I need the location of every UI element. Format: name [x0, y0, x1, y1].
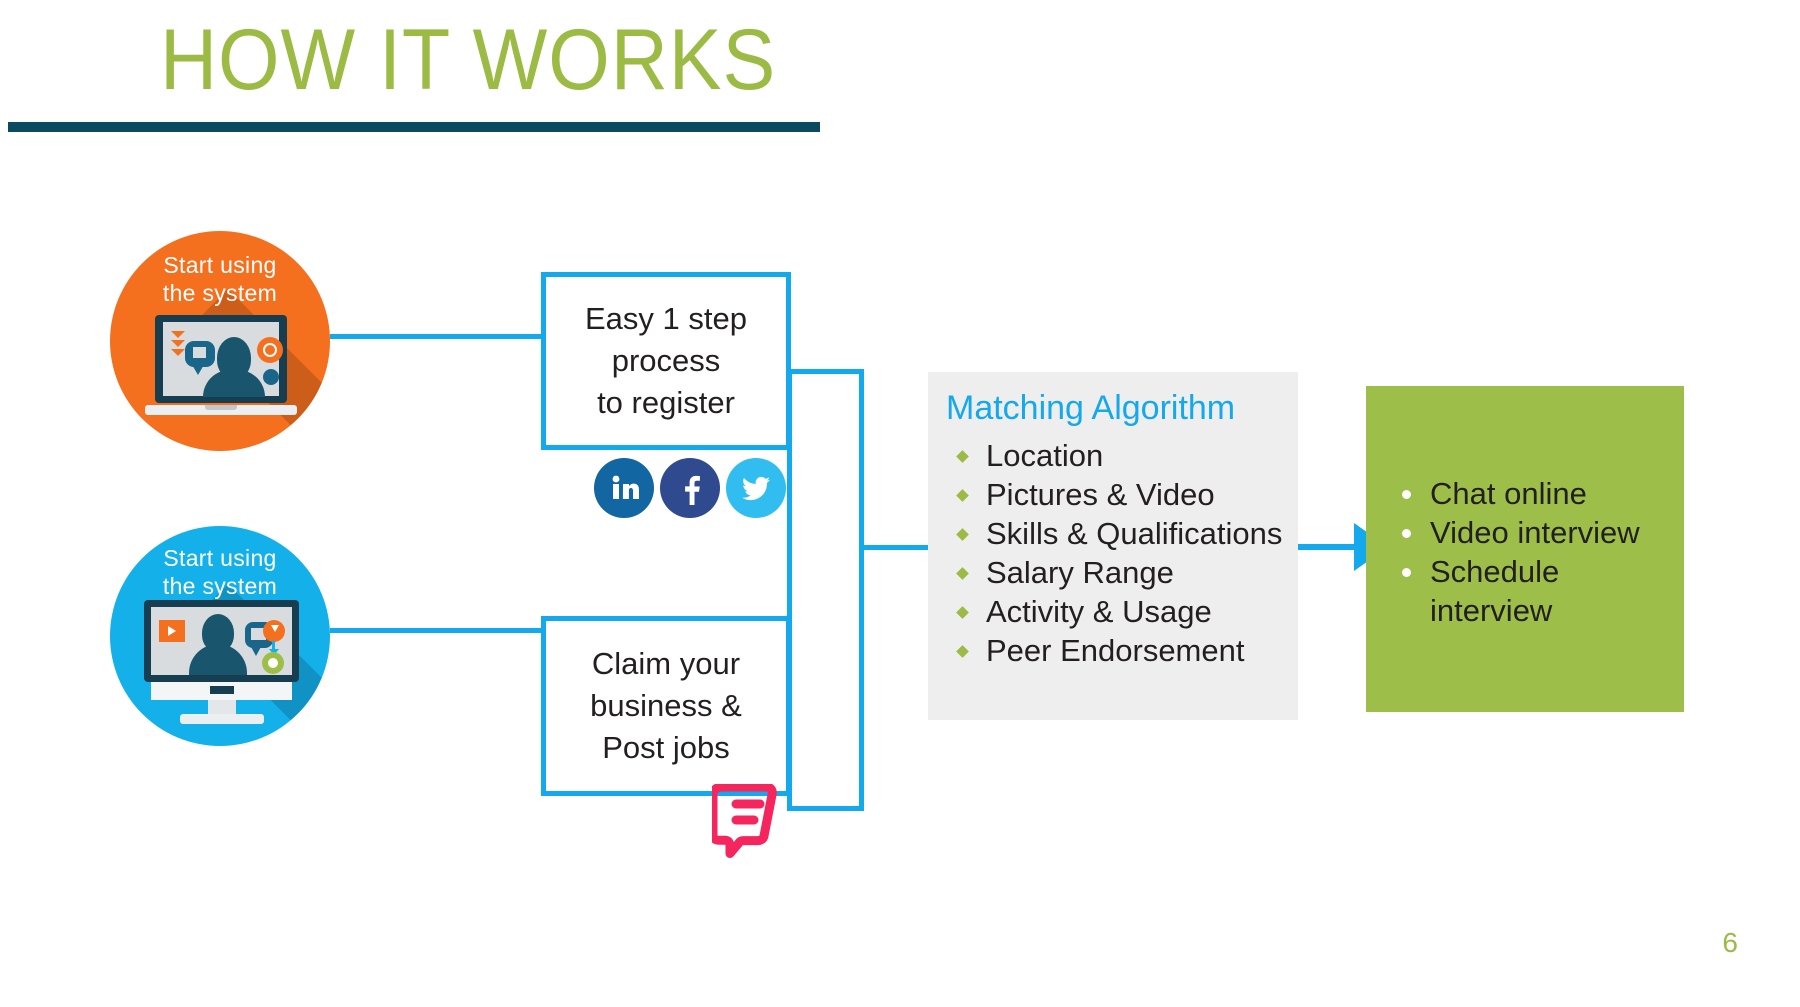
bracket-bottom-stub [787, 806, 864, 811]
twitter-icon[interactable] [726, 458, 786, 518]
list-item-label: Peer Endorsement [986, 633, 1245, 668]
page-number: 6 [1722, 927, 1738, 958]
bracket-vertical [787, 369, 792, 811]
title-underline-rule [8, 122, 820, 132]
list-item: Activity & Usage [942, 592, 1292, 631]
gear-icon [263, 369, 279, 385]
list-item-label: Location [986, 438, 1104, 473]
flow-box-register[interactable]: Easy 1 step process to register [541, 272, 791, 450]
bullet-dot-icon [956, 450, 969, 463]
flow-box-claim[interactable]: Claim your business & Post jobs [541, 616, 791, 796]
list-item-label: Pictures & Video [986, 477, 1215, 512]
outcome-box: Chat online Video interview Schedule int… [1366, 386, 1684, 712]
persona-jobseeker: Start using the system [110, 231, 330, 451]
list-item: Peer Endorsement [942, 631, 1292, 670]
list-item: Location [942, 436, 1292, 475]
desktop-monitor-icon [144, 600, 299, 728]
persona-employer: Start using the system [110, 526, 330, 746]
arrow-shaft [1298, 544, 1356, 550]
linkedin-icon[interactable] [594, 458, 654, 518]
connector-jobseeker-to-register [330, 334, 542, 339]
bracket-top-stub [787, 369, 864, 374]
connector-employer-to-claim [330, 628, 542, 633]
bracket-outer-vertical [859, 369, 864, 811]
list-item-label: Activity & Usage [986, 594, 1212, 629]
bullet-dot-icon [956, 567, 969, 580]
download-badge-icon [263, 620, 285, 642]
settings-badge-icon [257, 337, 283, 363]
matching-algorithm-panel: Matching Algorithm Location Pictures & V… [928, 372, 1298, 720]
list-item: Pictures & Video [942, 475, 1292, 514]
outcome-list: Chat online Video interview Schedule int… [1388, 474, 1688, 630]
bullet-dot-icon [1402, 529, 1411, 538]
list-item-label: Schedule interview [1430, 554, 1560, 628]
list-item: Video interview [1388, 513, 1688, 552]
list-item: Skills & Qualifications [942, 514, 1292, 553]
flow-box-claim-text: Claim your business & Post jobs [590, 646, 742, 765]
list-item-label: Chat online [1430, 476, 1587, 511]
matching-algorithm-list: Location Pictures & Video Skills & Quali… [942, 436, 1292, 670]
list-item: Chat online [1388, 474, 1688, 513]
page-title: HOW IT WORKS [160, 12, 777, 108]
bullet-dot-icon [956, 528, 969, 541]
persona-jobseeker-label: Start using the system [162, 252, 278, 306]
persona-employer-label: Start using the system [162, 545, 278, 599]
bullet-dot-icon [956, 606, 969, 619]
bracket-to-panel [859, 545, 931, 550]
matching-algorithm-title: Matching Algorithm [946, 389, 1236, 427]
laptop-icon [145, 315, 297, 431]
slide-canvas: HOW IT WORKS Start using the system Star… [0, 0, 1800, 1007]
bullet-dot-icon [1402, 490, 1411, 499]
foursquare-icon[interactable] [708, 782, 778, 870]
bullet-dot-icon [956, 645, 969, 658]
list-item: Schedule interview [1388, 552, 1688, 630]
check-badge-icon [262, 652, 284, 674]
list-item-label: Salary Range [986, 555, 1174, 590]
facebook-icon[interactable] [660, 458, 720, 518]
bullet-dot-icon [956, 489, 969, 502]
list-item-label: Skills & Qualifications [986, 516, 1283, 551]
list-item-label: Video interview [1430, 515, 1640, 550]
bullet-dot-icon [1402, 568, 1411, 577]
list-item: Salary Range [942, 553, 1292, 592]
video-icon [159, 620, 185, 642]
flow-box-register-text: Easy 1 step process to register [585, 301, 747, 420]
